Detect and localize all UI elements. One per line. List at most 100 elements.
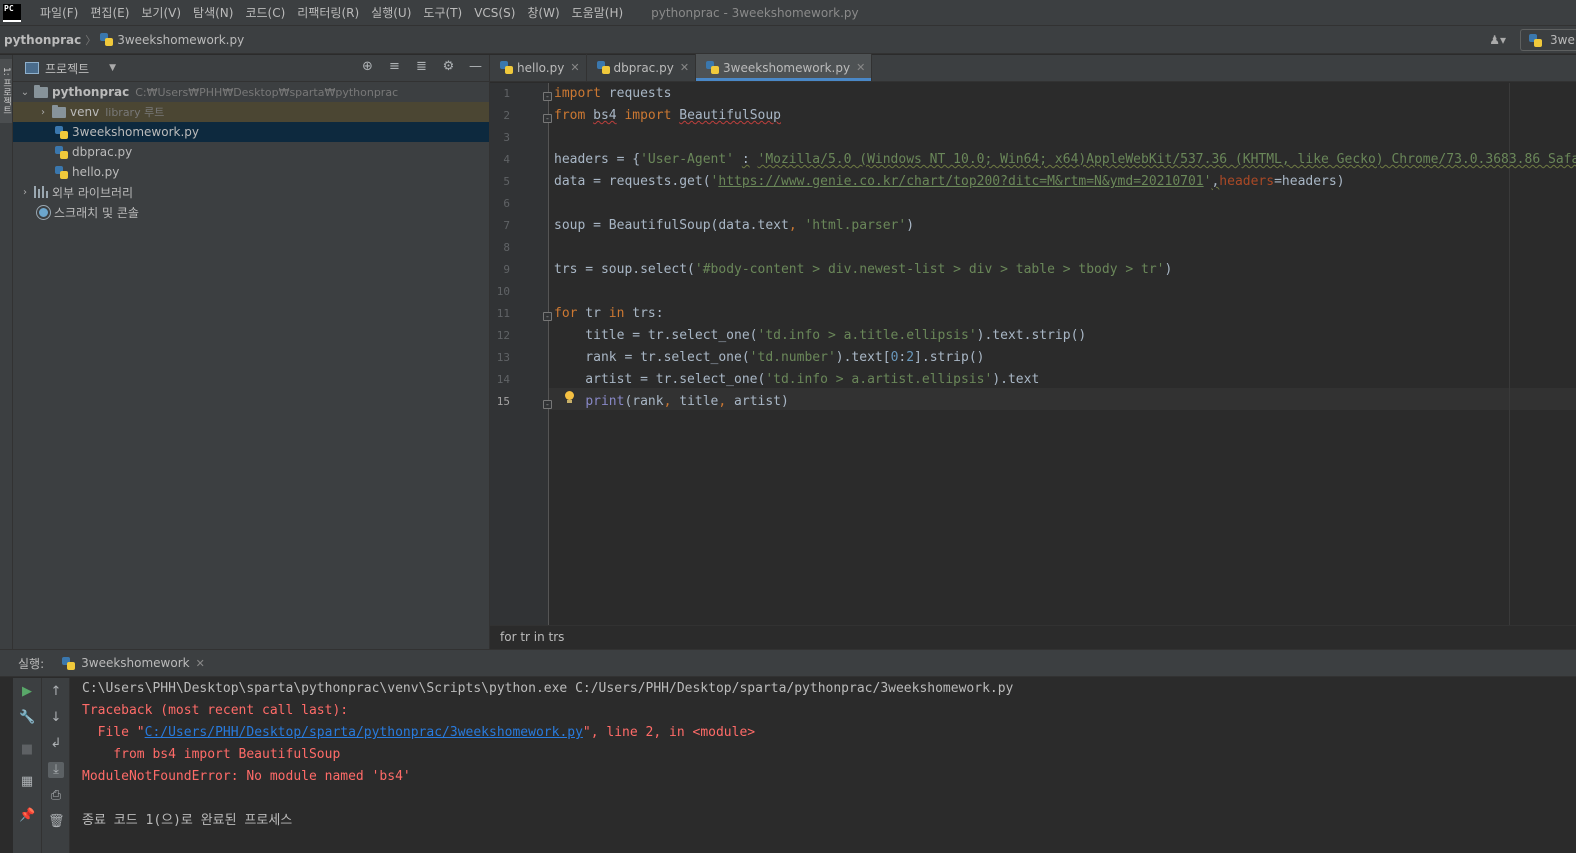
soft-wrap-icon[interactable]: ↲ (48, 736, 64, 752)
chevron-down-icon[interactable]: ▼ (109, 63, 116, 73)
tree-item-pythonprac[interactable]: ⌄ pythonprac C:₩Users₩PHH₩Desktop₩sparta… (13, 82, 489, 102)
lightbulb-icon[interactable] (564, 391, 575, 405)
gear-icon[interactable]: ⚙ (441, 59, 456, 74)
tree-item-label: pythonprac (52, 85, 130, 99)
line-number-current: 15 (496, 395, 510, 408)
folder-icon (52, 104, 66, 118)
fold-icon[interactable]: - (543, 92, 552, 101)
locate-file-icon[interactable]: ⊕ (360, 59, 375, 74)
arrow-down-icon[interactable]: ↓ (48, 710, 64, 726)
library-icon (34, 186, 48, 198)
breadcrumb-project[interactable]: pythonprac (4, 33, 81, 47)
console-file-link[interactable]: C:/Users/PHH/Desktop/sparta/pythonprac/3… (145, 725, 583, 740)
tree-item-3weekshomework[interactable]: 3weekshomework.py (13, 122, 489, 142)
rerun-icon[interactable]: ▶ (19, 684, 35, 700)
close-icon[interactable]: ✕ (196, 657, 205, 670)
wrench-icon[interactable]: 🔧 (19, 710, 35, 726)
left-tool-window-strip: 1: 프로젝트 (0, 55, 13, 649)
minimize-icon[interactable]: — (468, 59, 483, 74)
trash-icon[interactable]: 🗑 (48, 814, 65, 830)
menu-file[interactable]: 파일(F) (34, 4, 84, 21)
project-tool-window-tab[interactable]: 1: 프로젝트 (0, 59, 12, 123)
python-file-icon (706, 61, 720, 74)
fold-icon[interactable]: - (543, 312, 552, 321)
pycharm-logo-icon: PC (3, 3, 21, 22)
editor-tab-3weekshomework[interactable]: 3weekshomework.py ✕ (696, 54, 873, 81)
code-line: artist = tr.select_one('td.info > a.arti… (554, 372, 1040, 387)
tree-item-dbprac[interactable]: dbprac.py (13, 142, 489, 162)
line-number: 12 (496, 329, 510, 342)
code-editor[interactable]: import requests from bs4 import Beautifu… (554, 83, 1576, 625)
arrow-up-icon[interactable]: ↑ (48, 684, 64, 700)
python-file-icon (1529, 33, 1542, 47)
line-number: 11 (496, 307, 510, 320)
fold-icon[interactable]: - (543, 400, 552, 409)
menu-tools[interactable]: 도구(T) (417, 4, 468, 21)
tree-item-label: 3weekshomework.py (72, 125, 200, 139)
run-console-output[interactable]: C:\Users\PHH\Desktop\sparta\pythonprac\v… (82, 678, 1576, 853)
project-panel-toolbar: ⊕ ≡ ≣ ⚙ — (360, 59, 483, 74)
user-dropdown-icon[interactable]: ♟▾ (1489, 33, 1506, 47)
editor-tab-dbprac[interactable]: dbprac.py ✕ (587, 54, 697, 81)
menu-run[interactable]: 실행(U) (365, 4, 417, 21)
project-panel-title[interactable]: 프로젝트 (45, 60, 89, 77)
console-line: File "C:/Users/PHH/Desktop/sparta/python… (82, 722, 755, 744)
print-icon[interactable]: ⎙ (48, 788, 64, 804)
console-line: ModuleNotFoundError: No module named 'bs… (82, 769, 411, 784)
console-line: 종료 코드 1(으)로 완료된 프로세스 (82, 813, 293, 828)
tree-item-label: hello.py (72, 165, 120, 179)
line-number: 9 (503, 263, 510, 276)
menu-refactor[interactable]: 리팩터링(R) (291, 4, 365, 21)
layout-icon[interactable]: ▦ (19, 774, 35, 790)
menu-code[interactable]: 코드(C) (239, 4, 291, 21)
chevron-down-icon[interactable]: ⌄ (19, 87, 31, 98)
chevron-right-icon[interactable]: › (37, 107, 49, 118)
menu-window[interactable]: 창(W) (521, 4, 565, 21)
line-number: 8 (503, 241, 510, 254)
tree-item-hint: library 루트 (105, 106, 165, 119)
breadcrumb-file[interactable]: 3weekshomework.py (117, 33, 244, 47)
expand-all-icon[interactable]: ≡ (387, 59, 402, 74)
line-number-gutter: 1 2 3 4 5 6 7 8 9 10 11 12 13 14 15 - - … (490, 83, 552, 625)
scratch-console-icon (37, 205, 50, 219)
run-configuration-selector[interactable]: 3we (1520, 29, 1576, 51)
line-number: 6 (503, 197, 510, 210)
run-tab-3weekshomework[interactable]: 3weekshomework ✕ (62, 656, 205, 670)
code-line: from bs4 import BeautifulSoup (554, 108, 781, 123)
tree-item-label: 외부 라이브러리 (52, 185, 134, 200)
tree-item-hello[interactable]: hello.py (13, 162, 489, 182)
run-toolbar-primary: ▶ 🔧 ■ ▦ 📌 (13, 678, 42, 853)
code-line: title = tr.select_one('td.info > a.title… (554, 328, 1087, 343)
menu-help[interactable]: 도움말(H) (566, 4, 630, 21)
window-title: pythonprac - 3weekshomework.py (651, 5, 859, 20)
tree-item-path: C:₩Users₩PHH₩Desktop₩sparta₩pythonprac (135, 85, 399, 99)
console-line: C:\Users\PHH\Desktop\sparta\pythonprac\v… (82, 681, 1014, 696)
chevron-right-icon[interactable]: › (19, 187, 31, 198)
fold-icon[interactable]: - (543, 114, 552, 123)
python-file-icon (55, 125, 68, 139)
editor-breadcrumb[interactable]: for tr in trs (490, 625, 1576, 649)
close-icon[interactable]: ✕ (856, 61, 865, 74)
run-tab-label: 3weekshomework (81, 656, 190, 670)
editor-tab-hello[interactable]: hello.py ✕ (490, 54, 587, 81)
editor-area: hello.py ✕ dbprac.py ✕ 3weekshomework.py… (490, 54, 1576, 649)
close-icon[interactable]: ✕ (570, 61, 579, 74)
menu-edit[interactable]: 편집(E) (84, 4, 135, 21)
tree-item-venv[interactable]: › venv library 루트 (13, 102, 489, 122)
close-icon[interactable]: ✕ (680, 61, 689, 74)
line-number: 3 (503, 131, 510, 144)
python-file-icon (100, 33, 114, 46)
menu-bar: PC 파일(F) 편집(E) 보기(V) 탐색(N) 코드(C) 리팩터링(R)… (0, 0, 1576, 26)
editor-tab-label: hello.py (517, 60, 565, 75)
menu-navigate[interactable]: 탐색(N) (187, 4, 239, 21)
menu-vcs[interactable]: VCS(S) (468, 6, 521, 20)
python-file-icon (55, 145, 68, 159)
pin-icon[interactable]: 📌 (19, 808, 35, 824)
tree-item-external-libraries[interactable]: › 외부 라이브러리 (13, 182, 489, 202)
collapse-all-icon[interactable]: ≣ (414, 59, 429, 74)
line-number: 10 (496, 285, 510, 298)
scroll-to-end-icon[interactable]: ⤓ (48, 762, 64, 778)
tree-item-scratches[interactable]: 스크래치 및 콘솔 (13, 202, 489, 222)
menu-view[interactable]: 보기(V) (135, 4, 187, 21)
stop-icon[interactable]: ■ (19, 742, 35, 758)
